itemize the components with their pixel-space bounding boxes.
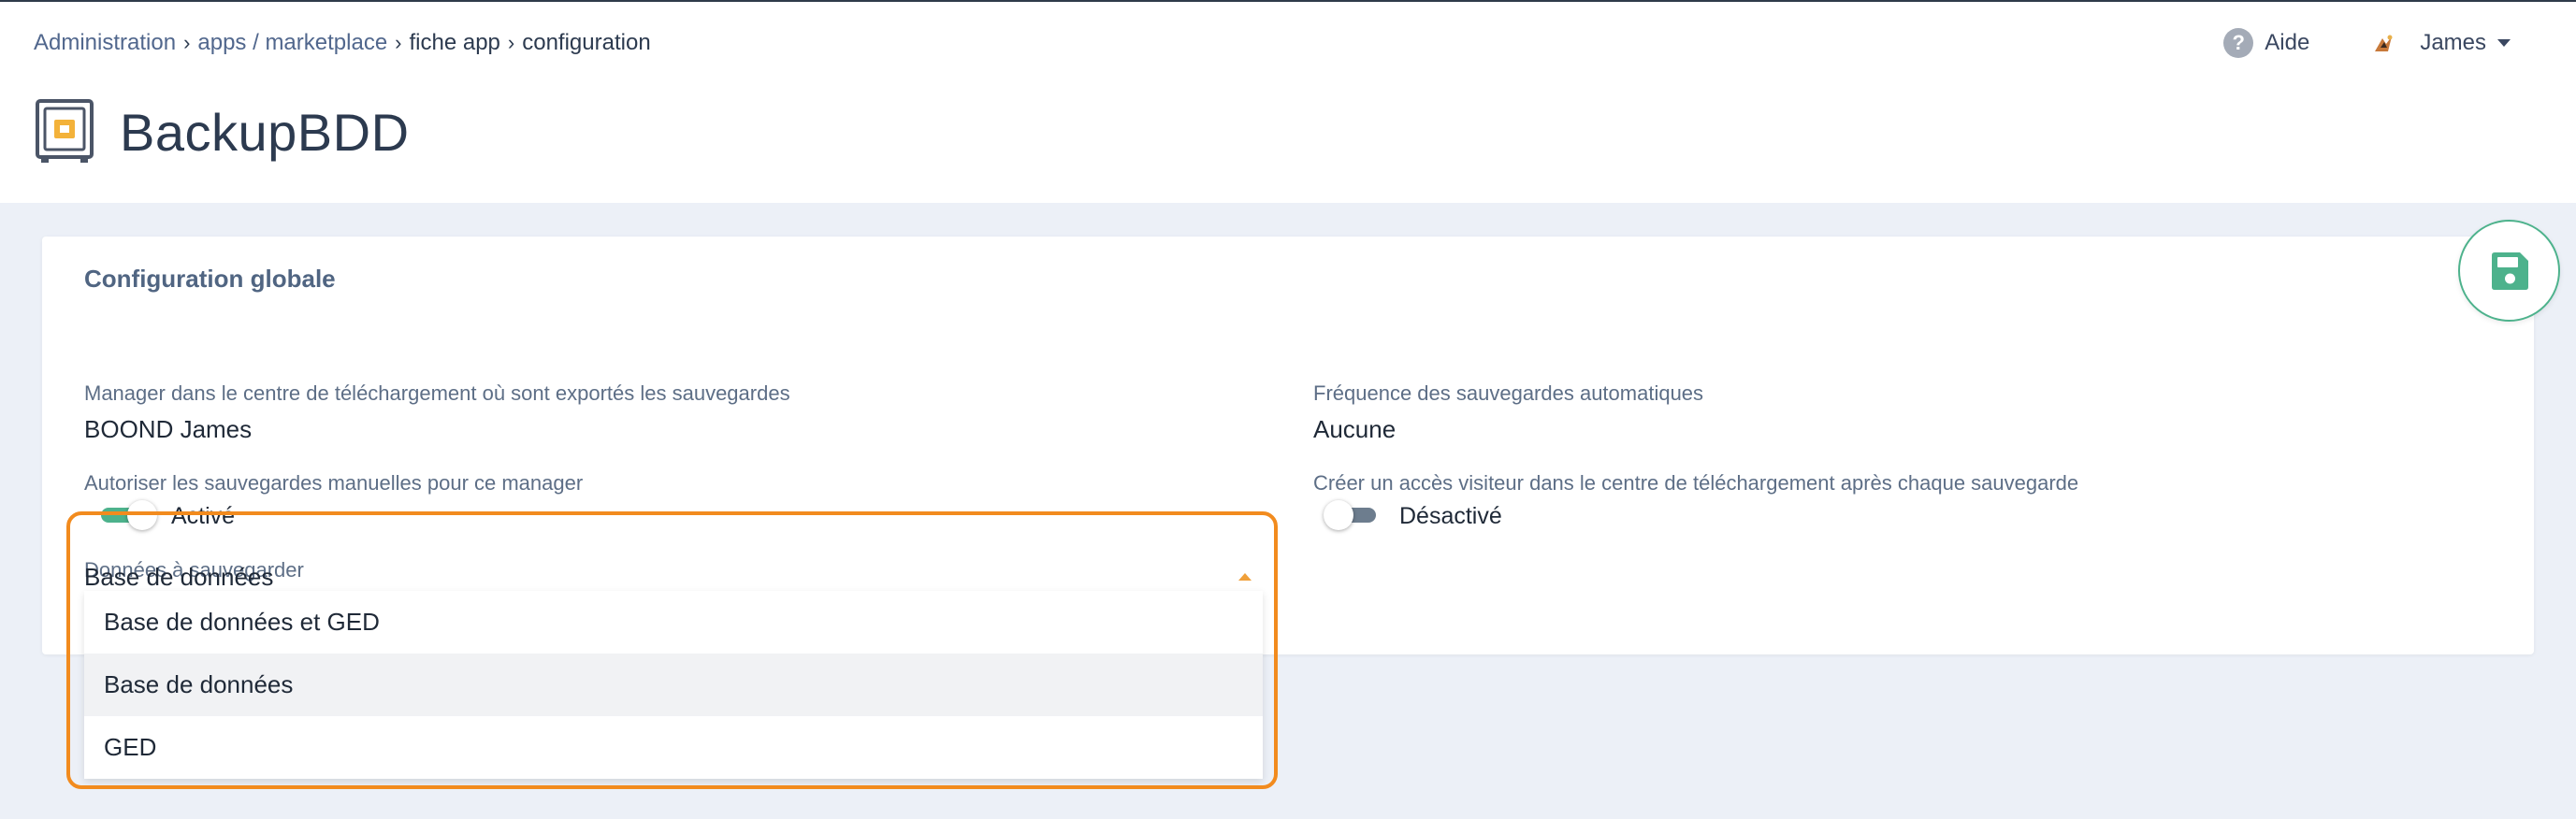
avatar[interactable] [2369, 29, 2397, 57]
toggle-knob [1324, 500, 1353, 530]
save-button[interactable] [2458, 220, 2560, 322]
dropdown-option-ged[interactable]: GED [84, 716, 1263, 779]
breadcrumb-administration[interactable]: Administration [34, 30, 176, 56]
breadcrumb-fiche-app[interactable]: fiche app [410, 30, 500, 56]
breadcrumb: Administration › apps / marketplace › fi… [34, 30, 651, 56]
header-actions: ? Aide James [2223, 28, 2511, 58]
chevron-right-icon: › [183, 31, 191, 54]
help-link[interactable]: Aide [2265, 30, 2309, 56]
manual-backup-toggle-label: Activé [171, 503, 236, 529]
dropdown-option-db-and-ged[interactable]: Base de données et GED [84, 591, 1263, 654]
manager-label: Manager dans le centre de téléchargement… [84, 381, 790, 405]
chevron-up-icon[interactable] [1238, 573, 1252, 581]
manager-value: BOOND James [84, 415, 253, 443]
user-menu-name[interactable]: James [2420, 30, 2486, 56]
question-circle-icon[interactable]: ? [2223, 28, 2254, 58]
breadcrumb-apps-marketplace[interactable]: apps / marketplace [197, 30, 387, 56]
visitor-access-toggle-label: Désactivé [1399, 503, 1502, 529]
visitor-access-toggle[interactable] [1324, 500, 1376, 530]
dropdown-option-db[interactable]: Base de données [84, 654, 1263, 716]
manual-backup-toggle[interactable] [101, 500, 157, 530]
breadcrumb-configuration: configuration [522, 30, 651, 55]
chevron-right-icon: › [507, 31, 515, 54]
page-header: Administration › apps / marketplace › fi… [0, 2, 2576, 203]
select-current-value: Base de données [84, 563, 274, 591]
card-title: Configuration globale [84, 265, 336, 293]
frequency-value: Aucune [1313, 415, 1397, 443]
manual-backup-label: Autoriser les sauvegardes manuelles pour… [84, 471, 584, 495]
frequency-label: Fréquence des sauvegardes automatiques [1313, 381, 1704, 405]
toggle-knob [127, 500, 157, 530]
page-title-row: BackupBDD [36, 99, 410, 165]
chevron-right-icon: › [395, 31, 402, 54]
data-to-backup-dropdown: Base de données et GED Base de données G… [84, 591, 1263, 779]
page-title: BackupBDD [120, 102, 410, 162]
floppy-disk-icon [2491, 251, 2528, 290]
visitor-access-label: Créer un accès visiteur dans le centre d… [1313, 471, 2079, 495]
chevron-down-icon[interactable] [2497, 39, 2511, 47]
safe-icon [36, 99, 94, 163]
